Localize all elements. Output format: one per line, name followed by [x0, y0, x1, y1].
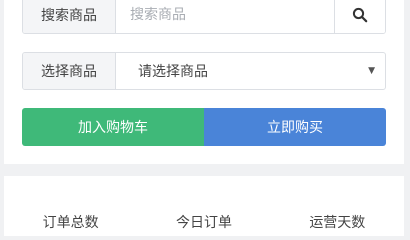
product-select-group: 选择商品 请选择商品 ▼ [22, 52, 386, 90]
search-group: 搜索商品 [22, 0, 386, 34]
search-button[interactable] [334, 0, 385, 33]
product-select-value: 请选择商品 [138, 64, 208, 80]
stat-today-orders-label: 今日订单 [175, 215, 232, 231]
add-to-cart-button[interactable]: 加入购物车 [22, 108, 204, 146]
action-buttons: 加入购物车 立即购买 [22, 108, 386, 146]
buy-now-button[interactable]: 立即购买 [204, 108, 386, 146]
stat-total-orders-label: 订单总数 [42, 215, 99, 231]
search-icon [352, 7, 368, 23]
search-label: 搜索商品 [23, 0, 116, 33]
search-input[interactable] [116, 0, 334, 33]
stat-operating-days-label: 运营天数 [309, 215, 366, 231]
product-select[interactable]: 请选择商品 ▼ [116, 53, 385, 89]
stats-row: 订单总数 今日订单 运营天数 [4, 212, 404, 232]
product-select-label: 选择商品 [23, 53, 116, 89]
stats-card: 订单总数 今日订单 运营天数 [4, 176, 404, 236]
order-form-card: 搜索商品 选择商品 请选择商品 ▼ 加入购物车 立即购买 [4, 0, 404, 164]
caret-down-icon: ▼ [368, 66, 375, 76]
